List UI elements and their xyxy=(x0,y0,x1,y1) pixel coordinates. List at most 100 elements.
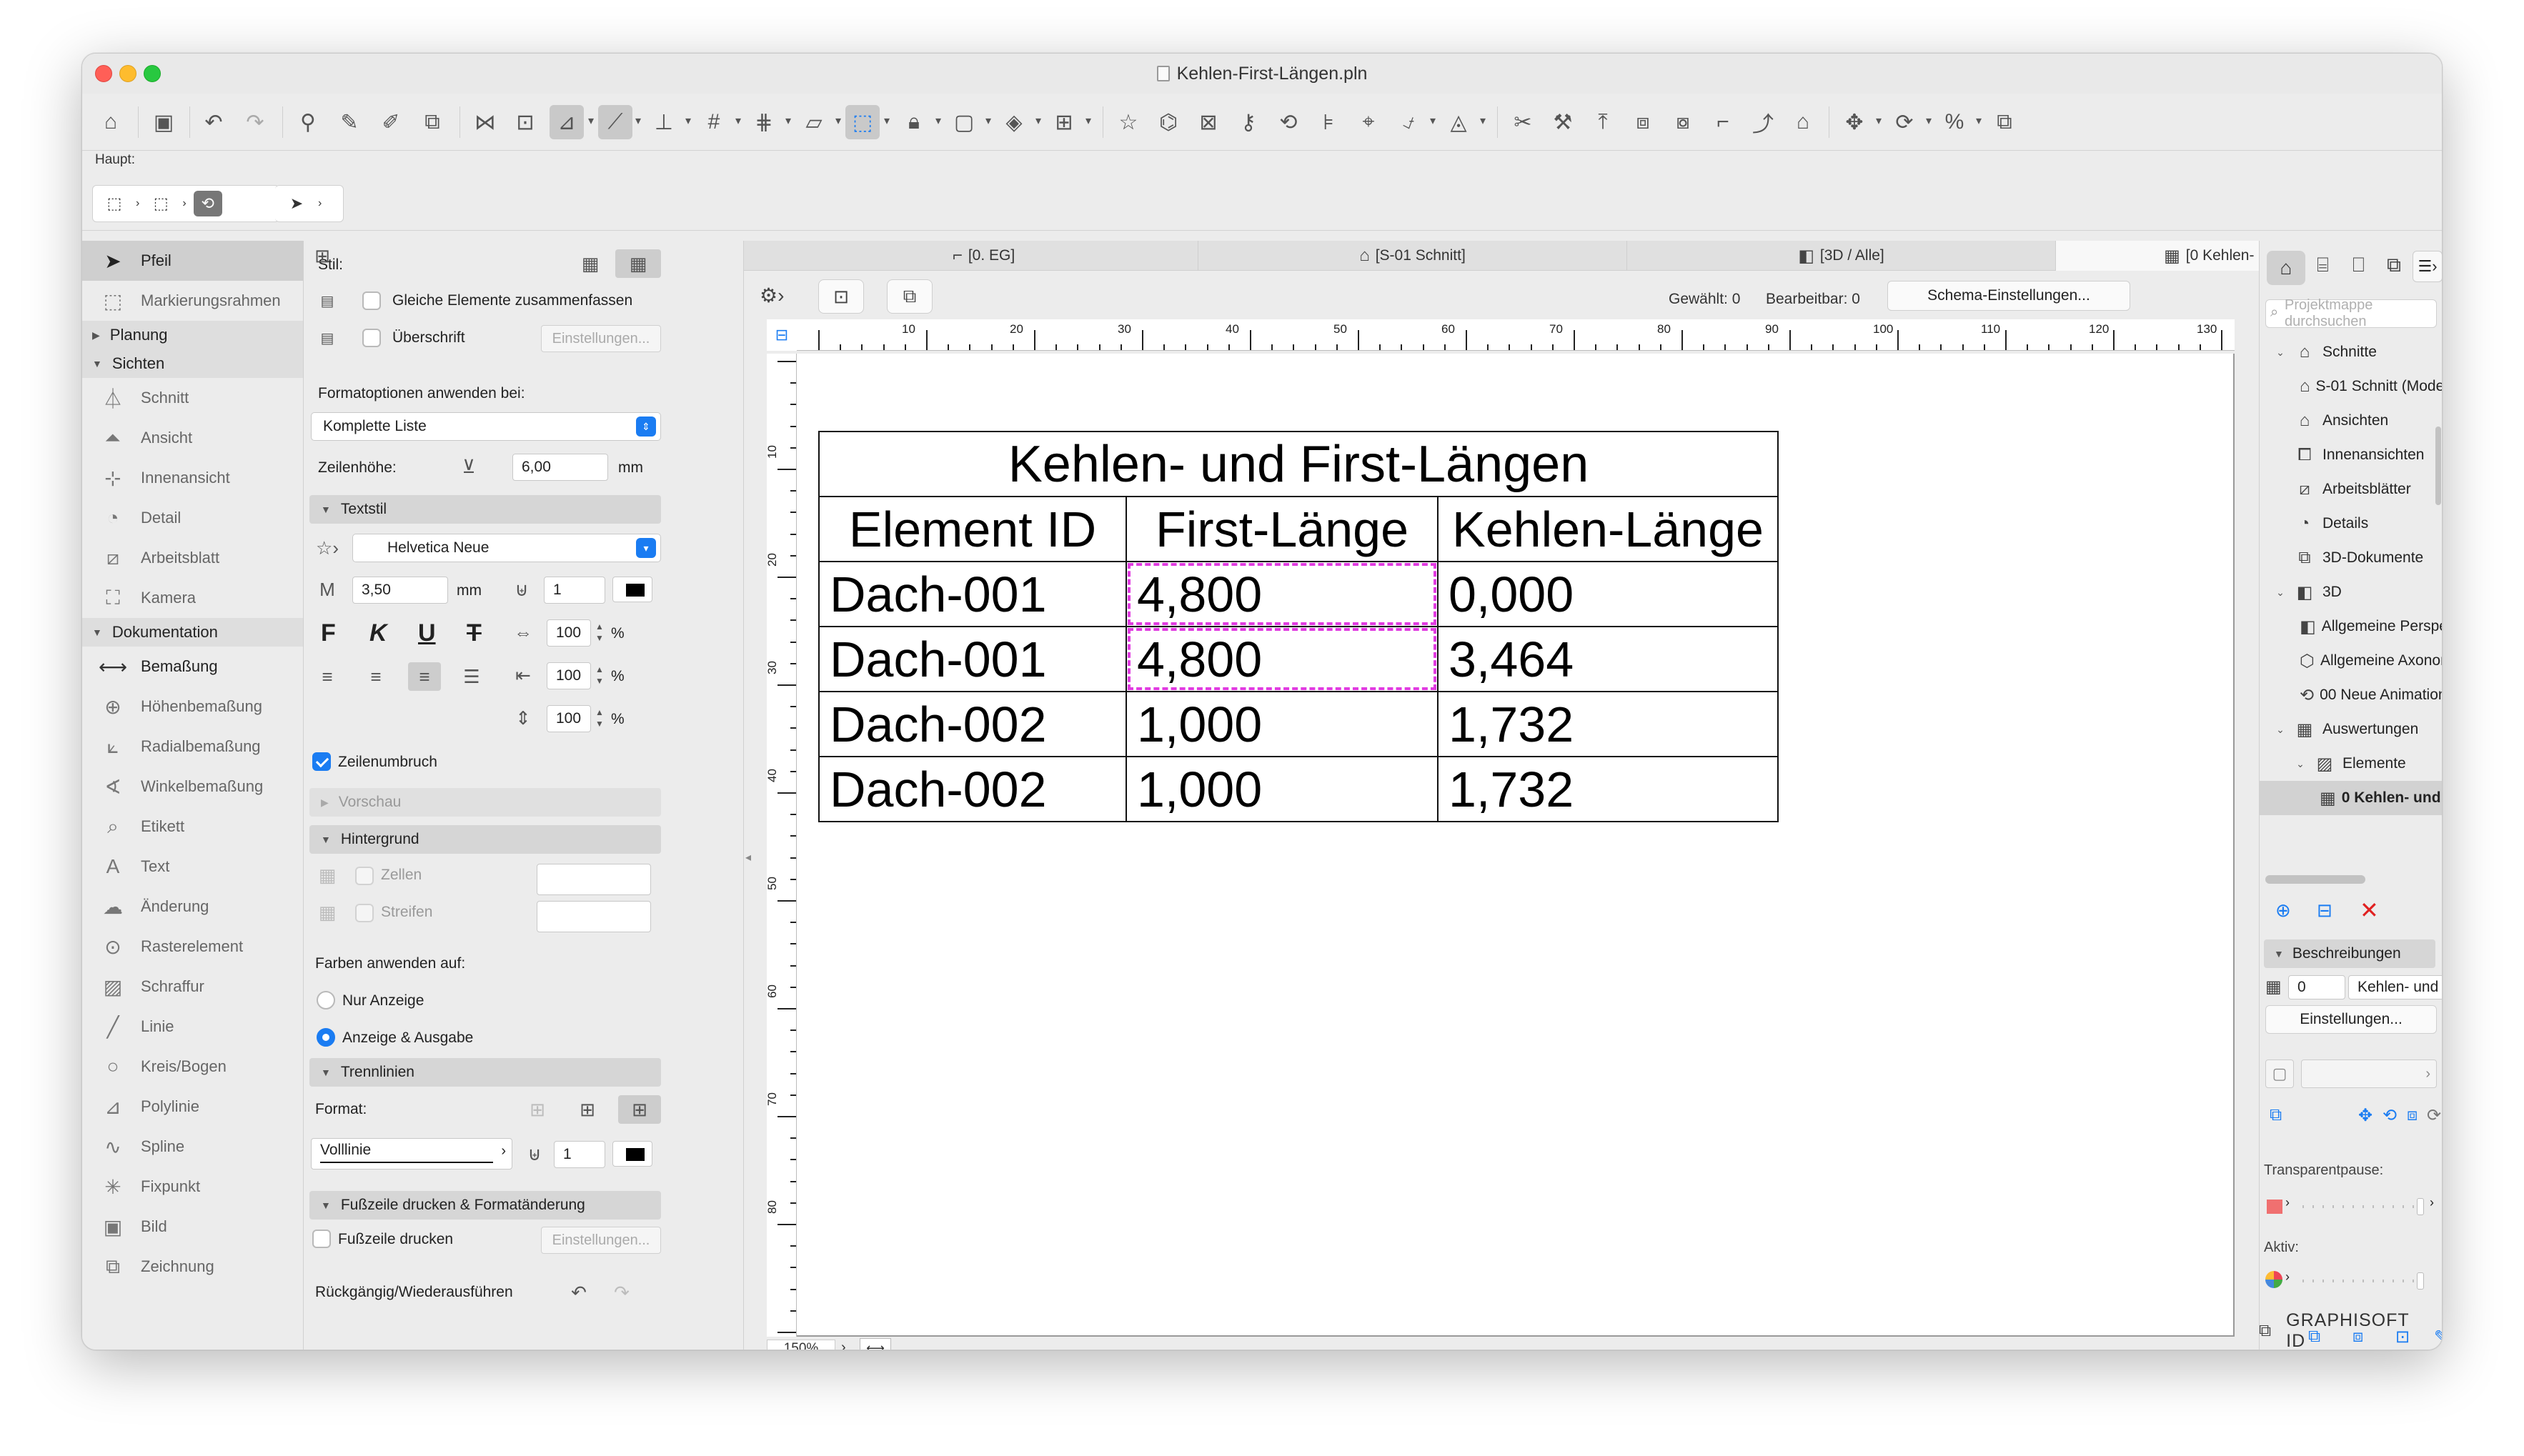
tool-spline[interactable]: ∿ Spline xyxy=(82,1127,303,1167)
table-cell[interactable]: 4,800 xyxy=(1126,626,1439,692)
snap-guide-dropdown[interactable]: ▾ xyxy=(635,114,641,128)
transparency-slider[interactable] xyxy=(2302,1205,2417,1208)
tool-label[interactable]: ⌕ Etikett xyxy=(82,807,303,847)
zellen-color[interactable] xyxy=(537,864,651,895)
eyedropper-icon[interactable]: ✎ xyxy=(332,105,367,139)
tool-line[interactable]: ╱ Linie xyxy=(82,1007,303,1047)
view-id-input[interactable]: 0 xyxy=(2288,975,2345,999)
tree-item[interactable]: ⬡ Allgemeine Axonometrie xyxy=(2260,644,2442,678)
tool-elevation[interactable]: ⏶ Ansicht xyxy=(82,418,303,458)
percent-dropdown[interactable]: ▾ xyxy=(1976,114,1982,128)
width-factor-input[interactable]: 100 xyxy=(547,619,591,647)
horizontal-lines-icon[interactable]: ⊞ xyxy=(571,1095,604,1124)
table-cell[interactable]: Dach-001 xyxy=(818,626,1127,692)
table-cell[interactable]: Dach-002 xyxy=(818,756,1127,822)
grid-dropdown[interactable]: ▾ xyxy=(735,114,741,128)
gleiche-elemente-checkbox[interactable] xyxy=(362,291,381,310)
tool-detail[interactable]: ◔ Detail xyxy=(82,498,303,538)
text-size-input[interactable]: 3,50 xyxy=(352,577,448,604)
arrow-pointer-icon[interactable]: ➤ xyxy=(282,191,311,216)
picture-icon[interactable]: ⊠ xyxy=(1191,105,1226,139)
chevron-down-icon[interactable]: ⌄ xyxy=(2274,724,2287,736)
italic-button[interactable]: K xyxy=(369,619,387,647)
pen-input[interactable]: 1 xyxy=(544,577,605,604)
construction-grid-dropdown[interactable]: ▾ xyxy=(785,114,791,128)
width-factor-stepper[interactable]: ▲ ▼ xyxy=(594,621,605,645)
font-select[interactable]: Helvetica Neue ▾ xyxy=(352,534,661,562)
arrange-button[interactable]: ⧉ xyxy=(887,279,933,314)
active-slider-thumb[interactable] xyxy=(2417,1272,2424,1290)
tool-hotspot[interactable]: ✳ Fixpunkt xyxy=(82,1167,303,1207)
rotate-view-icon[interactable]: ⟲ xyxy=(2383,1105,2397,1126)
column-header[interactable]: First-Länge xyxy=(1126,496,1439,562)
underline-button[interactable]: U xyxy=(418,619,436,647)
tool-grid-element[interactable]: ⊙ Rasterelement xyxy=(82,927,303,967)
zeilenumbruch-checkbox[interactable] xyxy=(312,752,331,771)
tree-horizontal-scrollbar[interactable] xyxy=(2265,875,2365,884)
bold-button[interactable]: F xyxy=(321,619,336,647)
tab-3d[interactable]: ◧ [3D / Alle] xyxy=(1627,241,2056,271)
tool-level-dimension[interactable]: ⊕ Höhenbemaßung xyxy=(82,687,303,727)
table-cell[interactable]: 1,000 xyxy=(1126,756,1439,822)
char-spacing-stepper[interactable]: ▲ ▼ xyxy=(594,664,605,688)
table-cell[interactable]: Dach-002 xyxy=(818,691,1127,757)
line-spacing-input[interactable]: 100 xyxy=(547,705,591,732)
add-view-icon[interactable]: ⊕ xyxy=(2275,899,2291,922)
zellen-checkbox[interactable] xyxy=(355,867,374,885)
tool-text[interactable]: A Text xyxy=(82,847,303,887)
delete-icon[interactable]: ✕ xyxy=(2360,897,2379,924)
group-icon[interactable]: ▢ xyxy=(947,105,981,139)
rotate-dropdown[interactable]: ▾ xyxy=(1926,114,1932,128)
guide-line-icon[interactable]: ⊿ xyxy=(550,105,584,139)
align-icon[interactable]: ⊞ xyxy=(1047,105,1081,139)
schema-settings-button[interactable]: Schema-Einstellungen... xyxy=(1887,281,2130,311)
vorschau-section[interactable]: ▶ Vorschau xyxy=(309,788,661,817)
column-header[interactable]: Element ID xyxy=(818,496,1127,562)
table-cell[interactable]: 1,732 xyxy=(1437,691,1779,757)
redo-icon[interactable]: ↷ xyxy=(605,1278,638,1307)
align-dropdown[interactable]: ▾ xyxy=(1085,114,1091,128)
tab-floor-plan[interactable]: ⌐ [0. EG] xyxy=(770,241,1198,271)
group-dropdown[interactable]: ▾ xyxy=(985,114,991,128)
tool-section[interactable]: ⏃ Schnitt xyxy=(82,378,303,418)
layer-combo-icon[interactable]: ▢ xyxy=(2265,1059,2294,1088)
offset-icon[interactable]: ⧈ xyxy=(1626,105,1660,139)
align-left-icon[interactable]: ≡ xyxy=(311,662,344,691)
snap-icon[interactable]: ⋈ xyxy=(468,105,502,139)
tree-item[interactable]: ⌂ Ansichten xyxy=(2260,404,2442,438)
chevron-down-icon[interactable]: ⌄ xyxy=(2274,346,2287,359)
tree-item[interactable]: ⌄ ▨ Elemente xyxy=(2260,747,2442,781)
magic-wand-icon[interactable]: ⚲ xyxy=(291,105,325,139)
display-order-dropdown[interactable]: ▾ xyxy=(1035,114,1041,128)
hintergrund-section[interactable]: ▼ Hintergrund xyxy=(309,825,661,854)
render-icon[interactable]: ⌬ xyxy=(1151,105,1186,139)
transfer-settings-icon[interactable]: ⧉ xyxy=(2270,1105,2282,1125)
tree-item[interactable]: ⌄ ▦ Auswertungen xyxy=(2260,712,2442,747)
undo-icon[interactable]: ↶ xyxy=(197,105,231,139)
tool-arrow-pointer[interactable]: ➤ Pfeil xyxy=(82,241,303,281)
zeilenhoehe-input[interactable]: 6,00 xyxy=(512,454,608,481)
tool-circle[interactable]: ○ Kreis/Bogen xyxy=(82,1047,303,1087)
fusszeile-section[interactable]: ▼ Fußzeile drucken & Formatänderung xyxy=(309,1191,661,1220)
toolbox-section-sichten[interactable]: ▼ Sichten xyxy=(82,349,303,378)
tool-radial-dimension[interactable]: ⟀ Radialbemaßung xyxy=(82,727,303,767)
layer-combo-select[interactable]: › xyxy=(2301,1059,2437,1088)
navigator-settings-button[interactable]: Einstellungen... xyxy=(2265,1005,2437,1034)
gear-icon[interactable]: ⚙› xyxy=(760,284,784,307)
tree-item[interactable]: ▦ 0 Kehlen- und First-Längen xyxy=(2260,781,2442,815)
formatoptionen-select[interactable]: Komplette Liste ⇕ xyxy=(311,412,661,441)
resize-icon[interactable]: ⧇ xyxy=(1666,105,1700,139)
elevate-icon[interactable]: ⤒ xyxy=(1586,105,1620,139)
guide-line-dropdown[interactable]: ▾ xyxy=(588,114,594,128)
lock-dropdown[interactable]: ▾ xyxy=(935,114,941,128)
ueberschrift-checkbox[interactable] xyxy=(362,329,381,347)
layout-book-icon[interactable]: ⎕ xyxy=(2352,254,2365,277)
view-name-input[interactable]: Kehlen- und First-Längen xyxy=(2348,975,2442,999)
chevron-down-icon[interactable]: ⌄ xyxy=(2294,758,2307,770)
align-right-icon[interactable]: ≡ xyxy=(408,662,441,691)
zoom-menu-icon[interactable]: › xyxy=(841,1340,846,1350)
textstil-section[interactable]: ▼ Textstil xyxy=(309,495,661,524)
table-cell[interactable]: 0,000 xyxy=(1437,561,1779,627)
tool-polyline[interactable]: ⊿ Polylinie xyxy=(82,1087,303,1127)
fusszeile-settings-button[interactable]: Einstellungen... xyxy=(541,1227,661,1254)
